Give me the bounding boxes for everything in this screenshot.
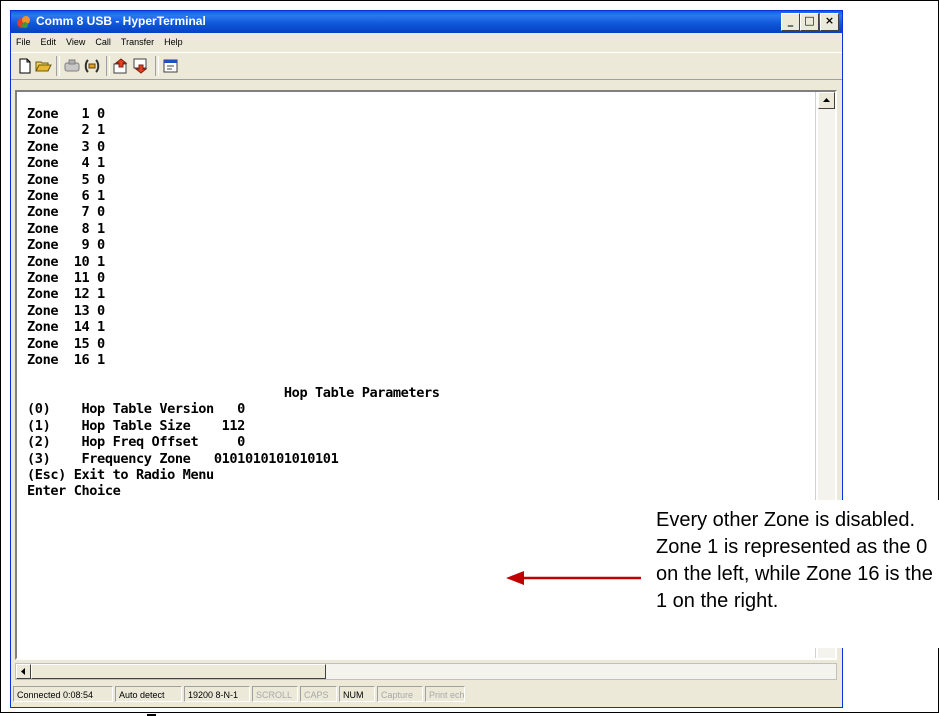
open-icon[interactable] xyxy=(34,57,52,75)
toolbar-separator xyxy=(56,56,60,76)
status-capture: Capture xyxy=(377,686,423,702)
menu-bar: File Edit View Call Transfer Help xyxy=(11,34,842,52)
scroll-left-button[interactable] xyxy=(16,664,31,679)
status-bar: Connected 0:08:54 Auto detect 19200 8-N-… xyxy=(11,683,842,705)
scroll-up-button[interactable] xyxy=(818,92,835,109)
minimize-button[interactable]: _ xyxy=(781,13,800,31)
hyperterminal-app-icon xyxy=(17,16,30,28)
connect-icon[interactable] xyxy=(83,57,101,75)
send-icon[interactable] xyxy=(112,57,130,75)
status-num: NUM xyxy=(339,686,375,702)
menu-edit[interactable]: Edit xyxy=(36,34,62,47)
toolbar-separator xyxy=(155,56,159,76)
title-bar[interactable]: Comm 8 USB - HyperTerminal _ □ × xyxy=(11,11,842,33)
status-connected: Connected 0:08:54 xyxy=(13,686,113,702)
maximize-button[interactable]: □ xyxy=(800,13,819,31)
menu-help[interactable]: Help xyxy=(159,34,188,47)
menu-call[interactable]: Call xyxy=(90,34,116,47)
menu-transfer[interactable]: Transfer xyxy=(116,34,159,47)
terminal-output: Zone 1 0 Zone 2 1 Zone 3 0 Zone 4 1 Zone… xyxy=(27,106,440,500)
new-icon[interactable] xyxy=(16,57,34,75)
properties-icon[interactable] xyxy=(162,57,180,75)
status-scroll: SCROLL xyxy=(252,686,298,702)
horizontal-scrollbar[interactable] xyxy=(15,663,837,680)
toolbar xyxy=(11,52,842,80)
scroll-thumb[interactable] xyxy=(31,664,326,679)
window-title: Comm 8 USB - HyperTerminal xyxy=(36,14,206,28)
status-print-echo: Print echo xyxy=(425,686,465,702)
status-settings: 19200 8-N-1 xyxy=(184,686,250,702)
disconnect-icon[interactable] xyxy=(63,57,81,75)
arrow-left-icon xyxy=(21,668,25,675)
status-detect: Auto detect xyxy=(115,686,182,702)
status-caps: CAPS xyxy=(300,686,337,702)
menu-file[interactable]: File xyxy=(11,34,36,47)
menu-view[interactable]: View xyxy=(61,34,90,47)
close-button[interactable]: × xyxy=(820,13,839,31)
receive-icon[interactable] xyxy=(132,57,150,75)
annotation-text: Every other Zone is disabled. Zone 1 is … xyxy=(656,509,933,612)
toolbar-separator xyxy=(106,56,110,76)
arrow-up-icon xyxy=(823,98,830,102)
